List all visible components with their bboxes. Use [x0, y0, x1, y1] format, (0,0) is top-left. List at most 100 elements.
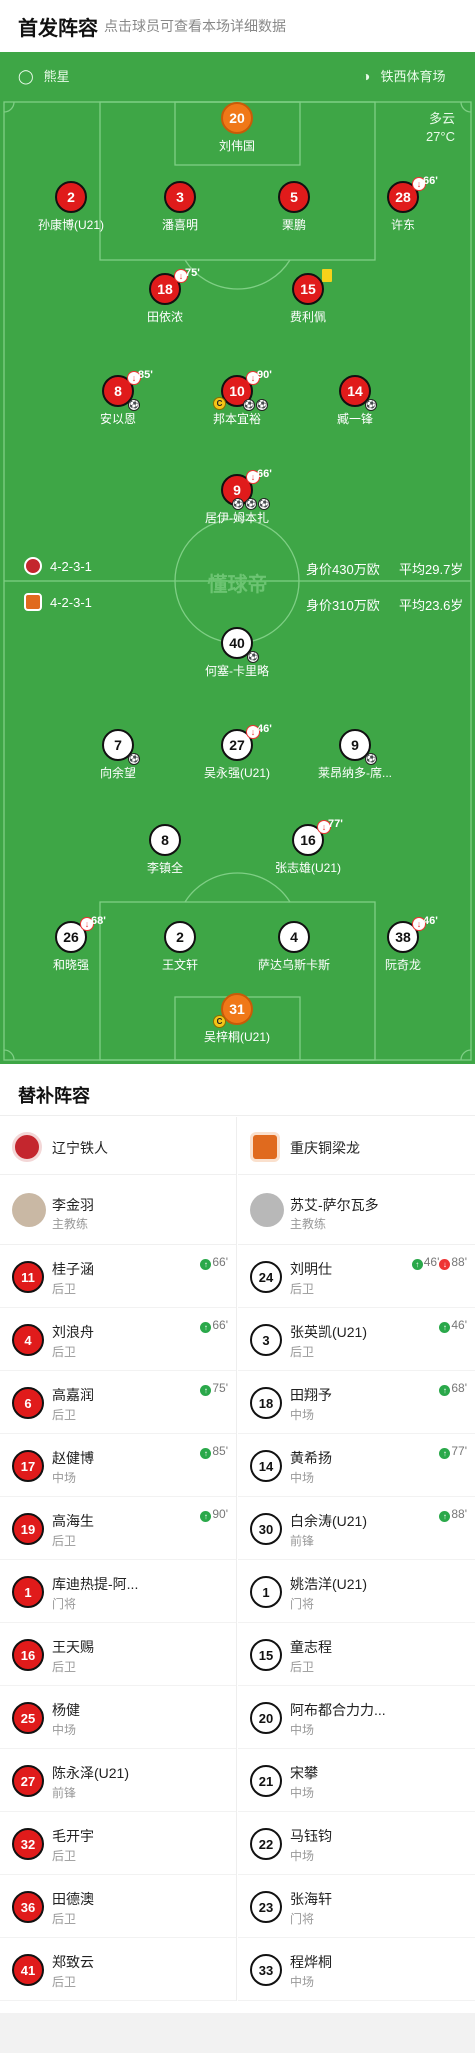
sub-player-row[interactable]: 1 姚浩洋(U21) 门将: [238, 1560, 475, 1623]
player-number: 3: [250, 1324, 282, 1356]
pitch: ◯ 熊星 ◑ 铁西体育场 多云 27°C 20 刘伟国 2 孙康博(U21) 3 潘…: [0, 52, 475, 1064]
player-number: 31 C: [213, 993, 253, 1028]
team-row-left[interactable]: 辽宁铁人: [0, 1117, 236, 1175]
player-top-15[interactable]: 15 费利佩: [238, 269, 378, 325]
subs-title: 替补阵容: [18, 1086, 90, 1106]
player-top-14[interactable]: 14 ⚽ 臧一锋: [285, 375, 425, 427]
player-number: 14 ⚽: [339, 375, 377, 411]
sub-time: 46': [423, 915, 438, 927]
sub-player-row[interactable]: 11 桂子涵 后卫 ↑ 66': [0, 1245, 236, 1308]
player-number: 10 ↓ 90' C ⚽ ⚽: [213, 369, 272, 411]
player-bottom-40[interactable]: 40 ⚽ 何塞-卡里略: [167, 627, 307, 679]
player-top-28[interactable]: 28 ↓ 66' 许东: [333, 175, 473, 233]
sub-player-row[interactable]: 18 田翔予 中场 ↑ 68': [238, 1371, 475, 1434]
player-name: 姚浩洋(U21): [290, 1576, 368, 1592]
sub-in-time: 66': [212, 1318, 228, 1332]
chongqing-logo-icon: [250, 1132, 280, 1162]
player-top-18[interactable]: 18 ↓ 75' 田依浓: [95, 267, 235, 325]
assist-icon: ⚽: [365, 753, 377, 765]
sub-player-row[interactable]: 17 赵健博 中场 ↑ 85': [0, 1434, 236, 1497]
sub-player-row[interactable]: 33 程烨桐 中场: [238, 1938, 475, 2001]
coach-row-left[interactable]: 李金羽 主教练: [0, 1175, 236, 1245]
sub-in-time: 66': [212, 1255, 228, 1269]
sub-event: ↑ 85': [200, 1444, 228, 1459]
player-bottom-9[interactable]: 9 ⚽ 莱昂纳多-席...: [285, 729, 425, 781]
sub-player-row[interactable]: 16 王天赐 后卫: [0, 1623, 236, 1686]
sub-player-row[interactable]: 3 张英凯(U21) 后卫 ↑ 46': [238, 1308, 475, 1371]
sub-player-row[interactable]: 27 陈永泽(U21) 前锋: [0, 1749, 236, 1812]
player-bottom-8[interactable]: 8 李镇全: [95, 824, 235, 876]
player-number: 22: [250, 1828, 282, 1860]
player-name: 桂子涵: [52, 1261, 94, 1277]
team-row-right[interactable]: 重庆铜梁龙: [238, 1117, 475, 1175]
sub-player-row[interactable]: 19 高海生 后卫 ↑ 90': [0, 1497, 236, 1560]
player-number: 2: [164, 921, 196, 953]
player-name: 高嘉润: [52, 1387, 94, 1403]
player-number: 4: [12, 1324, 44, 1356]
sub-in-time: 68': [451, 1381, 467, 1395]
coach-role: 主教练: [290, 1217, 327, 1231]
player-position: 中场: [290, 1975, 315, 1989]
player-number: 27 ↓ 46': [221, 723, 272, 761]
player-name: 陈永泽(U21): [52, 1765, 130, 1781]
sub-in-time: 46': [451, 1318, 467, 1332]
sub-event: ↑ 66': [200, 1318, 228, 1333]
player-number: 27: [12, 1765, 44, 1797]
sub-player-row[interactable]: 14 黄希扬 中场 ↑ 77': [238, 1434, 475, 1497]
sub-in-icon: ↑: [411, 1259, 423, 1270]
sub-player-row[interactable]: 21 宋攀 中场: [238, 1749, 475, 1812]
player-name: 张志雄(U21): [274, 861, 341, 875]
sub-player-row[interactable]: 4 刘浪舟 后卫 ↑ 66': [0, 1308, 236, 1371]
sub-in-icon: ↑: [439, 1511, 451, 1522]
sub-event: ↑ 46' ↓ 88': [411, 1255, 467, 1270]
sub-player-row[interactable]: 6 高嘉润 后卫 ↑ 75': [0, 1371, 236, 1434]
sub-player-row[interactable]: 24 刘明仕 后卫 ↑ 46' ↓ 88': [238, 1245, 475, 1308]
player-name: 黄希扬: [290, 1450, 332, 1466]
sub-player-row[interactable]: 25 杨健 中场: [0, 1686, 236, 1749]
sub-player-row[interactable]: 36 田德澳 后卫: [0, 1875, 236, 1938]
player-name: 程烨桐: [290, 1954, 332, 1970]
player-top-20[interactable]: 20 刘伟国: [167, 102, 307, 154]
assist-icon: ⚽: [256, 399, 268, 411]
player-position: 中场: [290, 1408, 315, 1422]
player-name: 王天赐: [52, 1639, 94, 1655]
player-top-9[interactable]: 9 ↓ 66' ⚽ ⚽ ⚽ 居伊-姆本扎: [167, 468, 307, 526]
home-indicator: ◯ 熊星: [18, 66, 70, 85]
assist-icon: ⚽: [258, 498, 270, 510]
player-position: 后卫: [290, 1660, 315, 1674]
player-position: 中场: [52, 1471, 77, 1485]
player-name: 郑致云: [52, 1954, 94, 1970]
sub-player-row[interactable]: 1 库迪热提-阿... 门将: [0, 1560, 236, 1623]
sub-event: ↑ 68': [439, 1381, 467, 1396]
weather-info: 多云 27°C: [426, 110, 455, 146]
player-name: 许东: [390, 218, 415, 232]
sub-in-icon: ↑: [200, 1448, 212, 1459]
sub-in-icon: ↑: [439, 1385, 451, 1396]
coach-name: 李金羽: [52, 1197, 94, 1213]
player-number: 8: [149, 824, 181, 856]
sub-in-icon: ↑: [439, 1322, 451, 1333]
player-number: 36: [12, 1891, 44, 1923]
player-bottom-16[interactable]: 16 ↓ 77' 张志雄(U21): [238, 818, 378, 876]
sub-player-row[interactable]: 22 马钰钧 中场: [238, 1812, 475, 1875]
player-name: 居伊-姆本扎: [205, 511, 269, 525]
player-position: 中场: [290, 1723, 315, 1737]
player-bottom-38[interactable]: 38 ↓ 46' 阮奇龙: [333, 915, 473, 973]
player-name: 臧一锋: [336, 412, 373, 426]
sub-player-row[interactable]: 32 毛开宇 后卫: [0, 1812, 236, 1875]
sub-player-row[interactable]: 41 郑致云 后卫: [0, 1938, 236, 2001]
sub-player-row[interactable]: 23 张海轩 门将: [238, 1875, 475, 1938]
player-number: 25: [12, 1702, 44, 1734]
player-name: 刘伟国: [218, 139, 255, 153]
sub-player-row[interactable]: 30 白余涛(U21) 前锋 ↑ 88': [238, 1497, 475, 1560]
page-subtitle: 点击球员可查看本场详细数据: [104, 18, 286, 34]
player-bottom-31[interactable]: 31 C 吴梓桐(U21): [167, 993, 307, 1045]
player-number: 40 ⚽: [221, 627, 259, 663]
coach-row-right[interactable]: 苏艾-萨尔瓦多 主教练: [238, 1175, 475, 1245]
player-name: 刘明仕: [290, 1261, 332, 1277]
player-position: 后卫: [290, 1345, 315, 1359]
sub-player-row[interactable]: 15 童志程 后卫: [238, 1623, 475, 1686]
sub-player-row[interactable]: 20 阿布都合力力... 中场: [238, 1686, 475, 1749]
player-number: 7 ⚽: [102, 729, 140, 765]
sub-time: 66': [257, 468, 272, 480]
